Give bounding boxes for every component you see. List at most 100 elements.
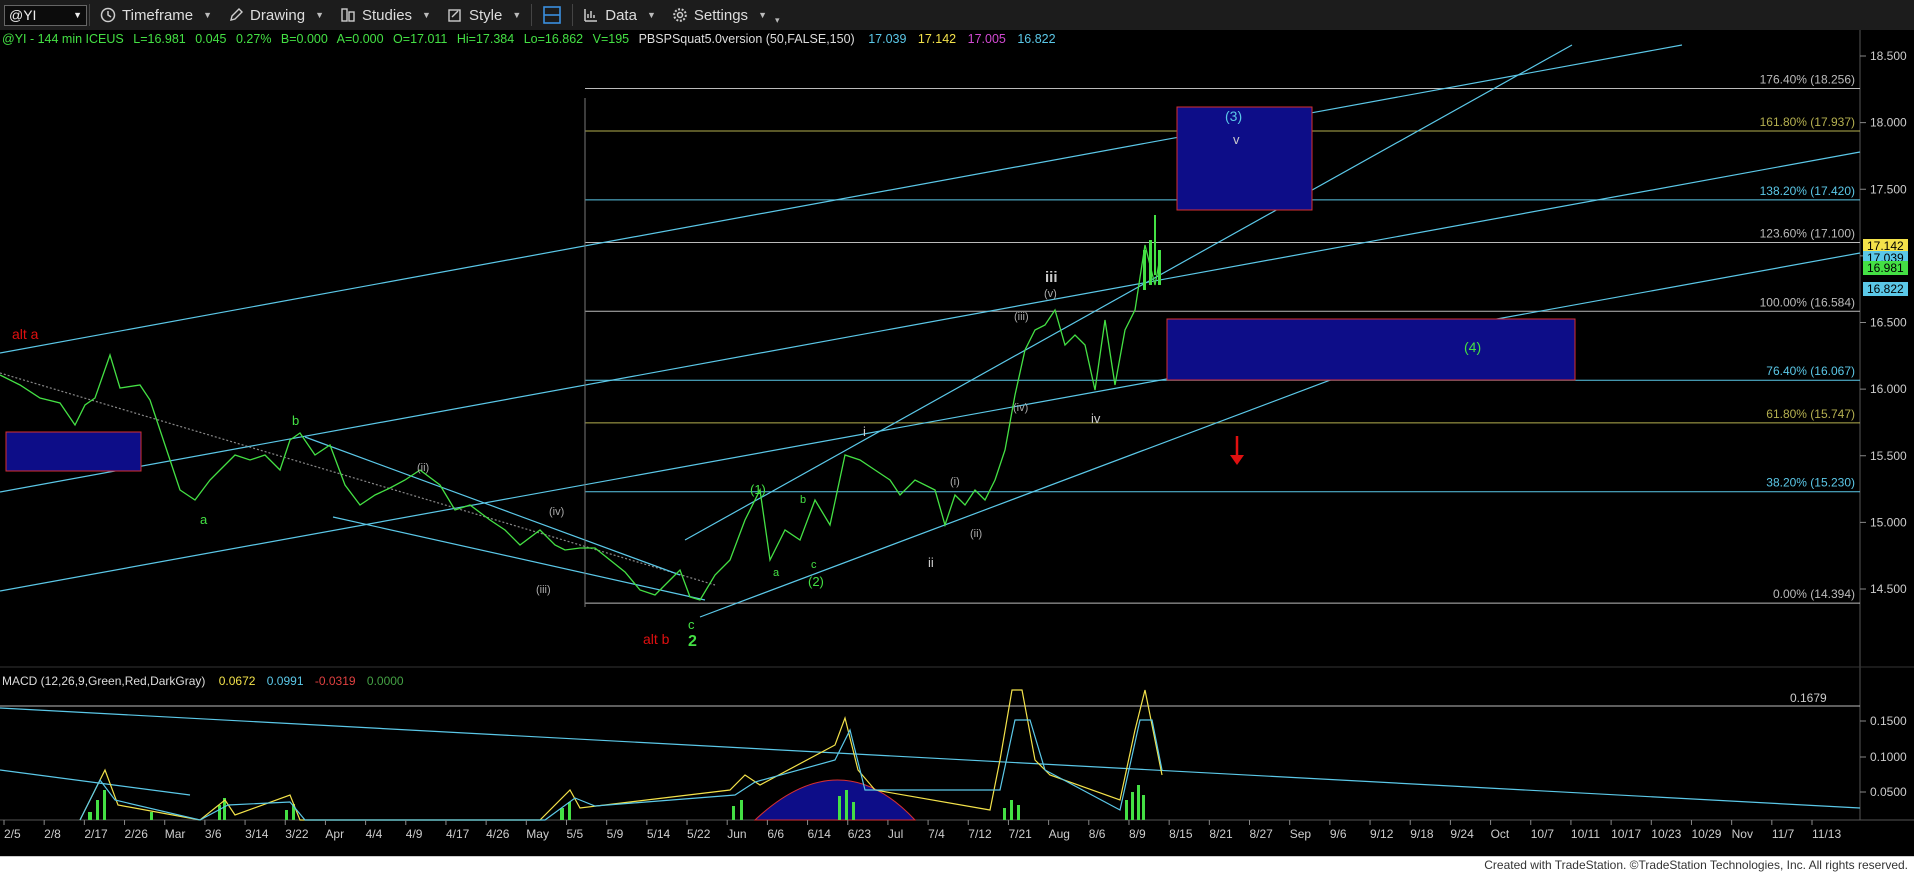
- wave-label: (iv): [1013, 402, 1028, 414]
- date-tick-label: Apr: [325, 827, 344, 841]
- macd-tick-label: 0.0500: [1870, 785, 1907, 799]
- caret-icon: ▼: [203, 10, 213, 20]
- date-tick-label: Nov: [1732, 827, 1753, 841]
- study-value: 17.005: [968, 32, 1006, 46]
- date-tick-label: 8/15: [1169, 827, 1193, 841]
- date-tick-label: Jul: [888, 827, 903, 841]
- dropdown-arrow-icon: ▼: [73, 10, 82, 20]
- date-tick-label: 5/22: [687, 827, 711, 841]
- fib-label: 38.20% (15.230): [1766, 476, 1855, 490]
- macd-value: 0.0000: [367, 674, 404, 688]
- study-value: 17.039: [868, 32, 906, 46]
- macd-value: -0.0319: [315, 674, 356, 688]
- fib-label: 138.20% (17.420): [1760, 184, 1855, 198]
- timeframe-menu[interactable]: Timeframe ▼: [92, 0, 220, 30]
- date-tick-label: 5/9: [607, 827, 624, 841]
- net-change: 0.045: [195, 32, 226, 46]
- macd-value: 0.0672: [219, 674, 256, 688]
- data-label: Data: [605, 6, 637, 24]
- wave-label: 2: [688, 633, 697, 650]
- price-tick-label: 15.500: [1870, 449, 1907, 463]
- wave-label: (1): [750, 482, 766, 497]
- caret-icon: ▼: [422, 10, 431, 20]
- date-tick-label: Sep: [1290, 827, 1312, 841]
- symbol-selector[interactable]: @YI ▼: [4, 4, 87, 26]
- drawing-menu[interactable]: Drawing ▼: [220, 0, 332, 30]
- price-tick-label: 15.000: [1870, 515, 1907, 529]
- date-tick-label: 10/29: [1691, 827, 1721, 841]
- wave-label: (2): [808, 574, 824, 589]
- date-tick-label: 3/22: [285, 827, 309, 841]
- wave-label: b: [292, 413, 299, 428]
- more-menu-icon[interactable]: ▾: [775, 15, 780, 26]
- wave-label: iv: [1091, 411, 1101, 426]
- caret-icon: ▼: [758, 10, 767, 20]
- wave-label: b: [800, 494, 806, 506]
- last-price: L=16.981: [133, 32, 186, 46]
- date-tick-label: 8/6: [1089, 827, 1106, 841]
- wave-label: ii: [928, 555, 934, 570]
- price-badge-label: 16.822: [1867, 282, 1904, 296]
- fib-label: 76.40% (16.067): [1766, 364, 1855, 378]
- chart-area[interactable]: @YI - 144 min ICEUS L=16.981 0.045 0.27%…: [0, 30, 1914, 856]
- chart-header: @YI - 144 min ICEUS L=16.981 0.045 0.27%…: [2, 32, 1056, 46]
- footer: Created with TradeStation. ©TradeStation…: [0, 856, 1914, 873]
- date-tick-label: 3/6: [205, 827, 222, 841]
- date-tick-label: Aug: [1049, 827, 1070, 841]
- studies-menu[interactable]: Studies ▼: [332, 0, 439, 30]
- wave-label: iii: [1045, 269, 1058, 286]
- macd-title: MACD (12,26,9,Green,Red,DarkGray): [2, 674, 205, 688]
- bid: B=0.000: [281, 32, 328, 46]
- drawing-label: Drawing: [250, 6, 306, 24]
- copyright-text: Created with TradeStation. ©TradeStation…: [1484, 858, 1908, 872]
- study-value: 17.142: [918, 32, 956, 46]
- wave-label: c: [811, 559, 817, 571]
- price-tick-label: 17.500: [1870, 182, 1907, 196]
- date-tick-label: 8/9: [1129, 827, 1146, 841]
- style-icon: [448, 9, 461, 22]
- date-tick-label: 7/12: [968, 827, 992, 841]
- data-menu[interactable]: Data ▼: [575, 0, 664, 30]
- macd-tick-label: 0.1500: [1870, 714, 1907, 728]
- date-tick-label: 8/21: [1209, 827, 1233, 841]
- toolbar-divider: [531, 4, 533, 26]
- settings-menu[interactable]: Settings ▼: [664, 0, 775, 30]
- date-tick-label: 3/14: [245, 827, 269, 841]
- date-tick-label: 10/17: [1611, 827, 1641, 841]
- wave-label: (iii): [1014, 311, 1029, 323]
- fib-label: 100.00% (16.584): [1760, 295, 1855, 309]
- style-menu[interactable]: Style ▼: [439, 0, 529, 30]
- toolbar-divider: [89, 4, 90, 26]
- date-tick-label: 2/8: [44, 827, 61, 841]
- fib-label: 161.80% (17.937): [1760, 115, 1855, 129]
- open: O=17.011: [393, 32, 447, 46]
- date-tick-label: 8/27: [1250, 827, 1274, 841]
- wave-label: (iv): [549, 506, 564, 518]
- fib-label: 61.80% (15.747): [1766, 407, 1855, 421]
- wave-label: (iii): [536, 584, 551, 596]
- caret-icon: ▼: [512, 10, 522, 20]
- date-tick-label: 9/24: [1450, 827, 1474, 841]
- timeframe-label: Timeframe: [122, 6, 194, 24]
- layout-button[interactable]: [534, 0, 570, 30]
- wave-label: v: [1233, 132, 1240, 147]
- wave-label: (3): [1225, 108, 1242, 124]
- date-tick-label: 9/12: [1370, 827, 1394, 841]
- pencil-icon: [230, 8, 244, 21]
- toolbar: @YI ▼ Timeframe ▼ Drawing ▼ Studies ▼ Style…: [0, 0, 1914, 31]
- gear-icon: [673, 8, 687, 22]
- wave-label: c: [688, 617, 695, 632]
- date-tick-label: 9/6: [1330, 827, 1347, 841]
- wave-label: (ii): [970, 528, 982, 540]
- study-value: 16.822: [1017, 32, 1055, 46]
- date-tick-label: Jun: [727, 827, 746, 841]
- net-change-pct: 0.27%: [236, 32, 271, 46]
- caret-icon: ▼: [315, 10, 324, 20]
- date-tick-label: 10/7: [1531, 827, 1555, 841]
- chart-background: [0, 30, 1914, 856]
- fib-label: 176.40% (18.256): [1760, 73, 1855, 87]
- macd-value: 0.0991: [267, 674, 304, 688]
- clock-icon: [100, 7, 116, 23]
- date-tick-label: 10/11: [1571, 827, 1600, 841]
- macd-level-label: 0.1679: [1790, 691, 1827, 705]
